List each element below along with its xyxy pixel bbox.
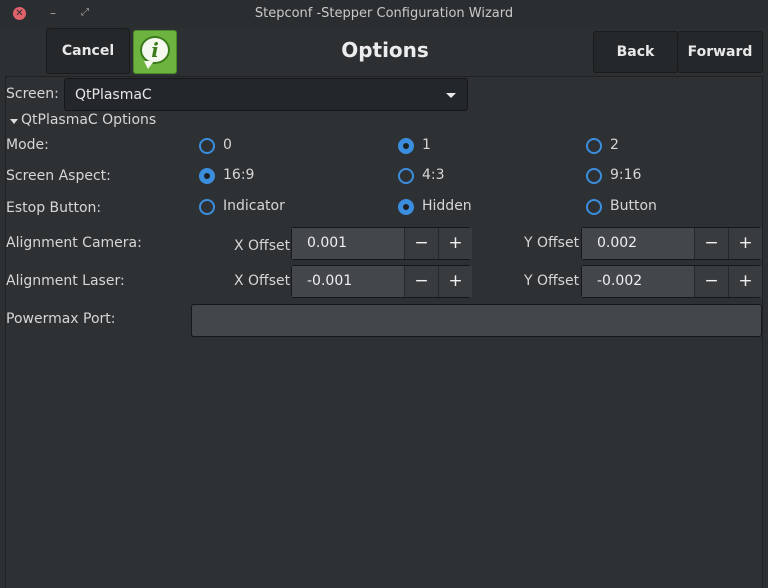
- title-bar: ✕ – ⤢ Stepconf -Stepper Configuration Wi…: [0, 0, 768, 29]
- camera-x-increment-button[interactable]: +: [439, 228, 472, 259]
- mode-radio-0[interactable]: [199, 138, 215, 154]
- powermax-port-input[interactable]: [191, 304, 762, 337]
- alignment-laser-label: Alignment Laser:: [6, 273, 125, 289]
- info-button[interactable]: i: [133, 30, 177, 74]
- estop-radio-button[interactable]: [586, 199, 602, 215]
- camera-y-offset-label: Y Offset: [524, 235, 580, 251]
- back-button[interactable]: Back: [593, 31, 678, 73]
- page-title: Options: [341, 38, 429, 62]
- aspect-radio-16-9[interactable]: [199, 168, 215, 184]
- laser-x-decrement-button[interactable]: −: [405, 266, 439, 297]
- estop-option-button-label[interactable]: Button: [610, 198, 657, 214]
- laser-x-offset-input[interactable]: -0.001: [292, 266, 405, 297]
- laser-y-decrement-button[interactable]: −: [695, 266, 729, 297]
- window-title: Stepconf -Stepper Configuration Wizard: [254, 6, 514, 21]
- laser-x-increment-button[interactable]: +: [439, 266, 472, 297]
- aspect-option-4-3-label[interactable]: 4:3: [422, 167, 445, 183]
- cancel-button[interactable]: Cancel: [46, 28, 130, 74]
- aspect-radio-9-16[interactable]: [586, 168, 602, 184]
- screen-aspect-label: Screen Aspect:: [6, 168, 111, 184]
- screen-label: Screen:: [6, 86, 59, 102]
- camera-y-increment-button[interactable]: +: [729, 228, 762, 259]
- screen-select-value: QtPlasmaC: [75, 87, 152, 103]
- alignment-camera-label: Alignment Camera:: [6, 235, 142, 251]
- camera-y-offset-input[interactable]: 0.002: [582, 228, 695, 259]
- expander-arrow-icon[interactable]: [10, 119, 18, 124]
- laser-x-offset-spinner[interactable]: -0.001 − +: [291, 265, 472, 298]
- estop-option-hidden-label[interactable]: Hidden: [422, 198, 472, 214]
- mode-option-1-label[interactable]: 1: [422, 137, 431, 153]
- qtplasmac-options-expander[interactable]: QtPlasmaC Options: [21, 112, 156, 128]
- laser-y-increment-button[interactable]: +: [729, 266, 762, 297]
- powermax-port-label: Powermax Port:: [6, 311, 116, 327]
- aspect-radio-4-3[interactable]: [398, 168, 414, 184]
- info-icon-tail: [144, 61, 154, 69]
- estop-radio-hidden[interactable]: [398, 199, 414, 215]
- estop-radio-indicator[interactable]: [199, 199, 215, 215]
- mode-option-2-label[interactable]: 2: [610, 137, 619, 153]
- camera-x-offset-label: X Offset: [234, 238, 291, 254]
- laser-y-offset-spinner[interactable]: -0.002 − +: [581, 265, 762, 298]
- forward-button[interactable]: Forward: [677, 31, 763, 73]
- camera-x-decrement-button[interactable]: −: [405, 228, 439, 259]
- camera-y-offset-spinner[interactable]: 0.002 − +: [581, 227, 762, 260]
- camera-y-decrement-button[interactable]: −: [695, 228, 729, 259]
- camera-x-offset-spinner[interactable]: 0.001 − +: [291, 227, 472, 260]
- laser-y-offset-label: Y Offset: [524, 273, 580, 289]
- aspect-option-9-16-label[interactable]: 9:16: [610, 167, 641, 183]
- mode-radio-1[interactable]: [398, 138, 414, 154]
- camera-x-offset-input[interactable]: 0.001: [292, 228, 405, 259]
- dropdown-arrow-icon: [446, 93, 456, 98]
- aspect-option-16-9-label[interactable]: 16:9: [223, 167, 254, 183]
- screen-select[interactable]: QtPlasmaC: [64, 78, 468, 111]
- mode-radio-2[interactable]: [586, 138, 602, 154]
- laser-x-offset-label: X Offset: [234, 273, 291, 289]
- mode-label: Mode:: [6, 137, 49, 153]
- wizard-header: Cancel i Options Back Forward: [0, 28, 768, 76]
- estop-button-label: Estop Button:: [6, 200, 102, 216]
- laser-y-offset-input[interactable]: -0.002: [582, 266, 695, 297]
- mode-option-0-label[interactable]: 0: [223, 137, 232, 153]
- info-icon: i: [140, 36, 170, 64]
- wizard-window: ✕ – ⤢ Stepconf -Stepper Configuration Wi…: [0, 0, 768, 588]
- estop-option-indicator-label[interactable]: Indicator: [223, 198, 285, 214]
